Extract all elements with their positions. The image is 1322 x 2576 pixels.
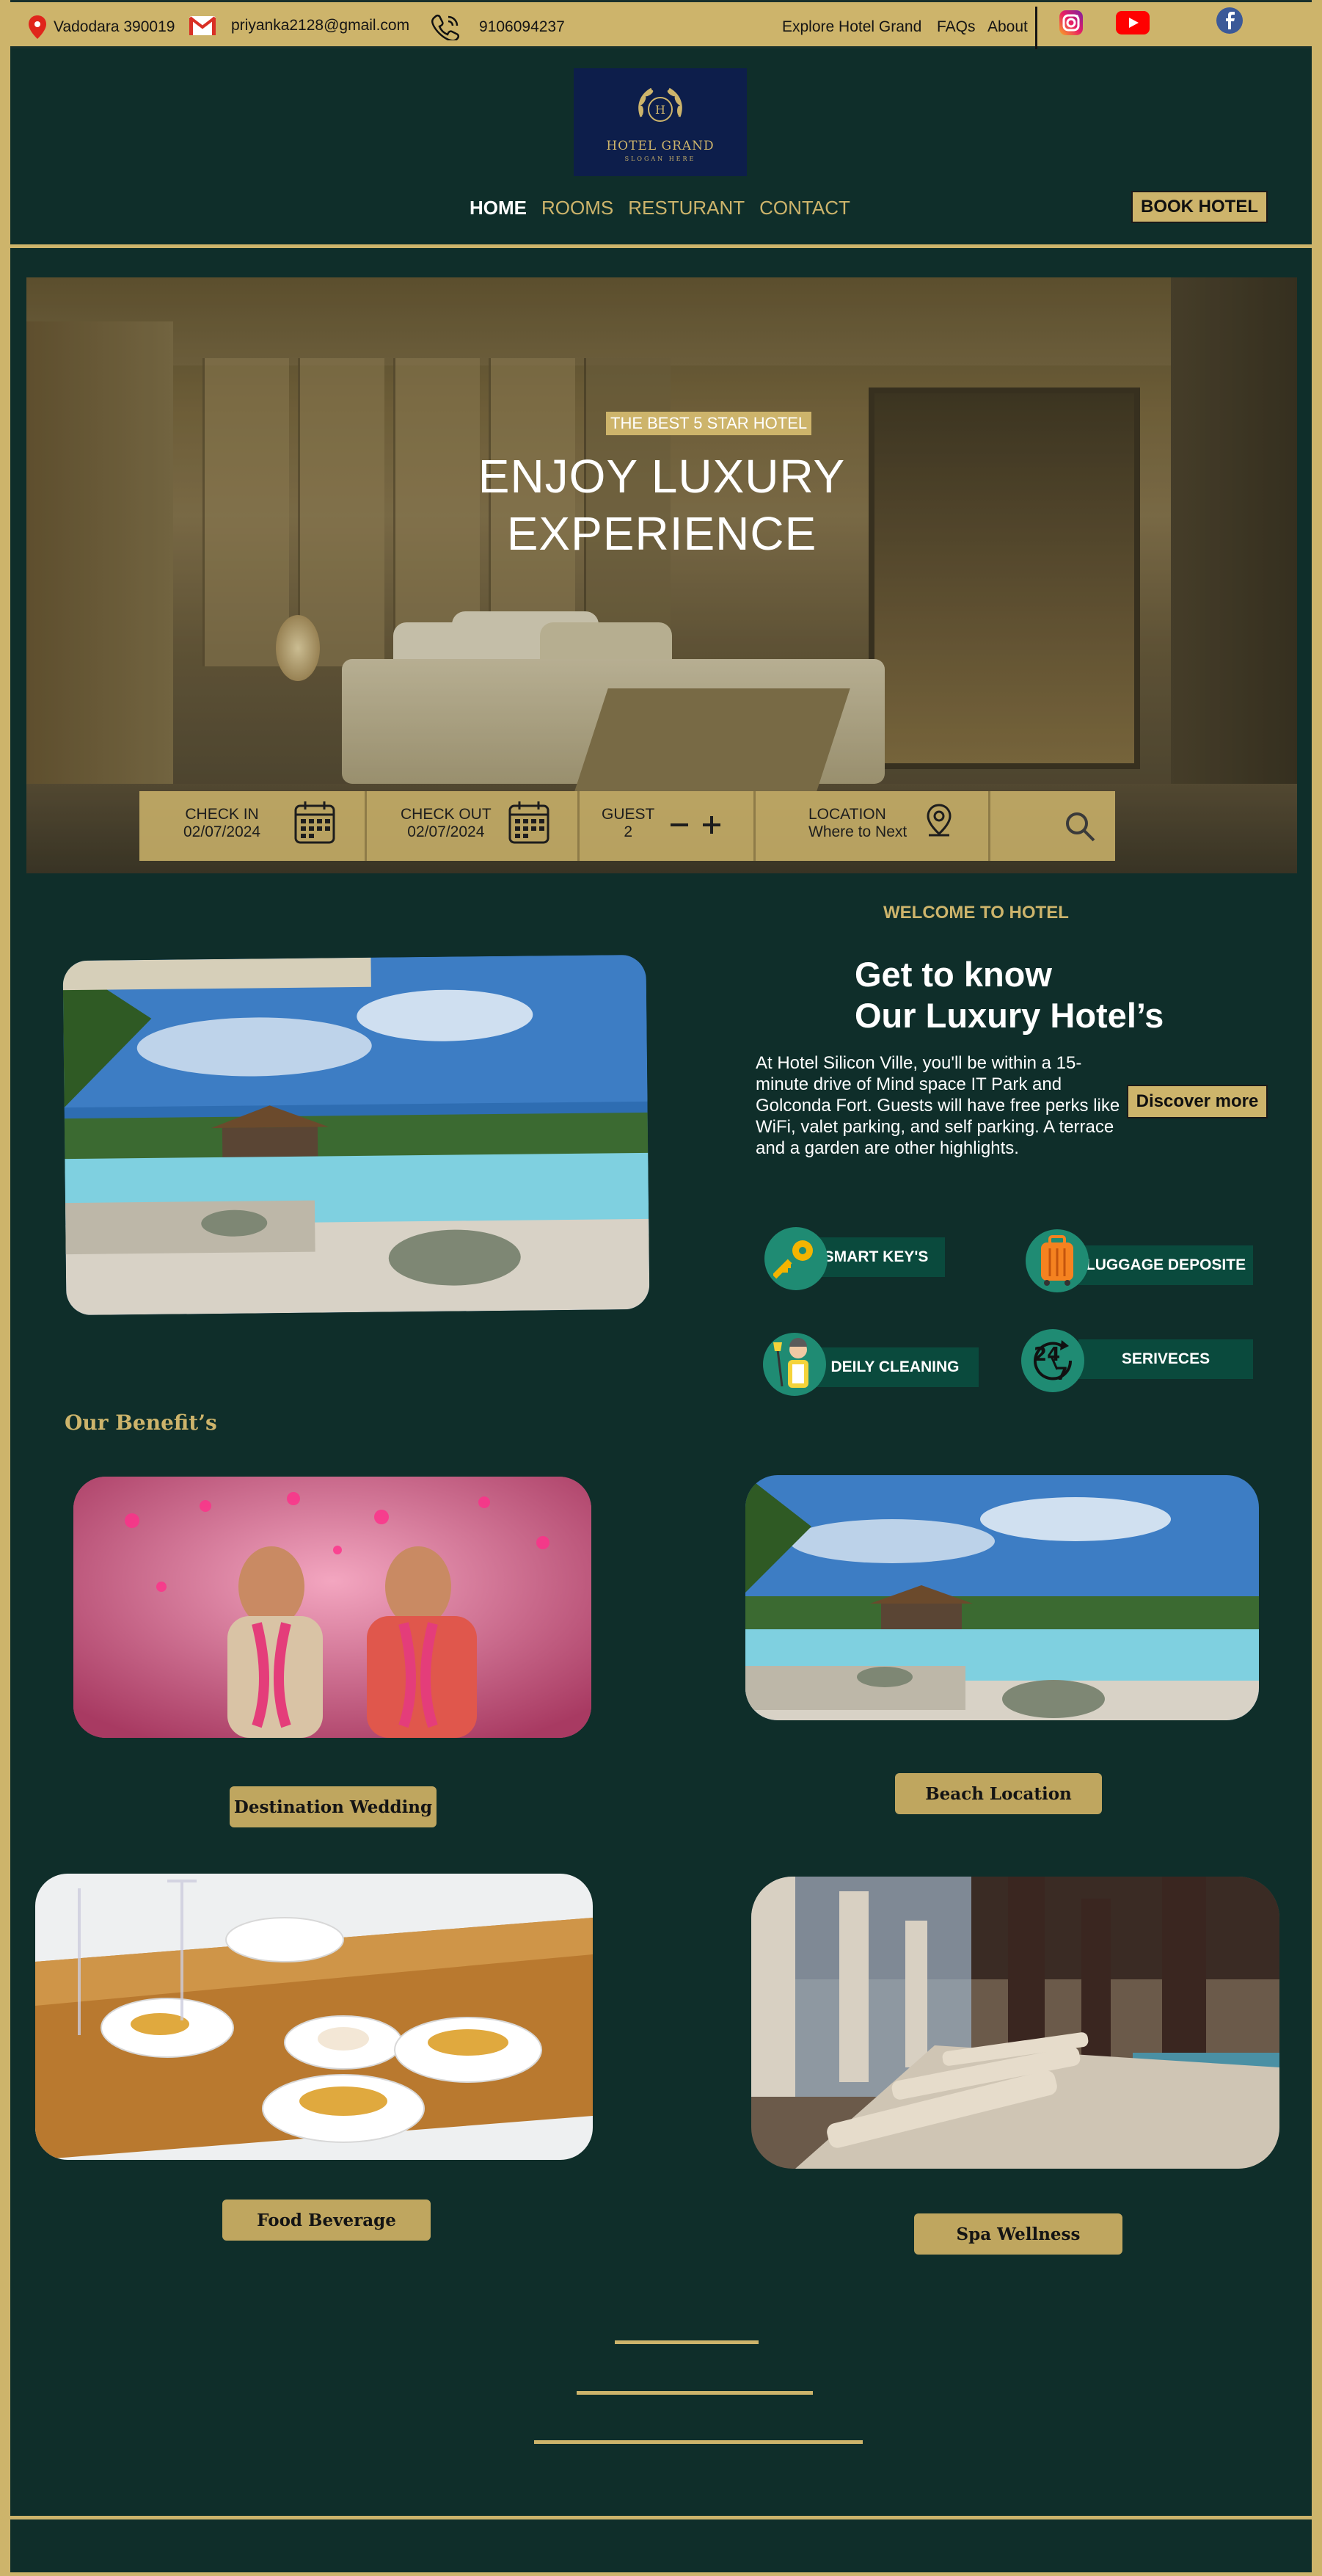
link-faqs[interactable]: FAQs [937,18,976,36]
hotel-logo[interactable]: H HOTEL GRAND SLOGAN HERE [574,68,747,176]
checkout-label: CHECK OUT [401,806,492,823]
checkin-label: CHECK IN [185,806,259,823]
guest-value: 2 [624,823,633,840]
laurel-crest-icon: H [638,87,682,122]
food-illustration [35,1874,593,2160]
luggage-icon-circle [1026,1229,1089,1292]
search-icon [1066,812,1095,842]
phone-info[interactable]: 9106094237 [431,14,565,40]
cleaner-icon-circle [763,1333,826,1396]
benefits-heading: Our Benefit’s [65,1411,217,1435]
minus-icon[interactable] [669,815,690,835]
guest-label: GUEST [602,806,655,823]
youtube-icon[interactable] [1116,11,1150,34]
top-bar: Vadodara 390019 priyanka2128@gmail.com 9… [0,0,1322,49]
decor-line-3 [534,2440,863,2444]
luggage-icon [1041,1235,1073,1286]
24-7-icon: 247 [1034,1340,1073,1384]
logo-name: HOTEL GRAND [606,138,715,153]
benefit-caption-spa: Spa Wellness [914,2213,1122,2255]
hero-title-line1: ENJOY LUXURY [478,450,846,503]
key-icon [773,1240,813,1279]
footer-divider [0,2516,1322,2519]
nav-contact[interactable]: CONTACT [759,197,850,219]
feature-smart-keys: SMART KEY'S [807,1237,945,1277]
checkin-field[interactable]: CHECK IN 02/07/2024 [139,791,367,861]
link-about[interactable]: About [987,18,1028,36]
header-divider [0,244,1322,248]
facebook-icon[interactable] [1216,7,1244,34]
logo-monogram: H [655,103,665,117]
location-label: LOCATION [808,806,886,823]
benefit-caption-wedding: Destination Wedding [230,1786,437,1827]
wedding-image [73,1477,591,1738]
key-icon-circle [764,1227,828,1290]
spa-image [751,1877,1279,2169]
topbar-divider [1035,7,1037,49]
map-pin-icon [927,804,952,837]
plus-icon[interactable] [701,815,722,835]
svg-text:24: 24 [1034,1344,1060,1366]
checkout-field[interactable]: CHECK OUT 02/07/2024 [367,791,580,861]
cleaner-icon [773,1338,808,1388]
hero-title: ENJOY LUXURY EXPERIENCE [26,448,1297,562]
checkout-value: 02/07/2024 [407,823,485,840]
location-text: Vadodara 390019 [54,18,175,35]
resort-pool-image [62,954,650,1316]
about-heading: Get to know Our Luxury Hotel’s [855,954,1164,1036]
about-paragraph: At Hotel Silicon Ville, you'll be within… [756,1053,1120,1158]
resort-pool-illustration [62,954,650,1316]
logo-slogan: SLOGAN HERE [624,155,696,162]
hero-tagline: THE BEST 5 STAR HOTEL [606,412,812,435]
location-info: Vadodara 390019 [29,15,175,39]
hero-title-line2: EXPERIENCE [506,507,817,560]
hero-section: THE BEST 5 STAR HOTEL ENJOY LUXURY EXPER… [26,277,1297,873]
discover-more-button[interactable]: Discover more [1127,1085,1268,1118]
checkin-value: 02/07/2024 [183,823,261,840]
wedding-illustration [73,1477,591,1738]
footer-bottom-border [0,2572,1322,2576]
link-explore[interactable]: Explore Hotel Grand [782,18,921,36]
email-text: priyanka2128@gmail.com [231,17,410,34]
location-pin-icon [29,15,46,39]
about-heading-line1: Get to know [855,955,1052,994]
decor-line-1 [615,2340,759,2344]
phone-icon [431,14,460,40]
nav-rooms[interactable]: ROOMS [541,197,613,219]
instagram-icon[interactable] [1059,9,1084,37]
main-nav: HOME ROOMS RESTURANT CONTACT [470,197,850,219]
food-image [35,1874,593,2160]
nav-restaurant[interactable]: RESTURANT [628,197,745,219]
svg-text:7: 7 [1056,1364,1068,1384]
beach-illustration [745,1475,1259,1720]
calendar-icon[interactable] [508,800,550,845]
decor-line-2 [577,2391,813,2395]
beach-image [745,1475,1259,1720]
feature-services: SERIVECES [1078,1339,1253,1379]
calendar-icon[interactable] [293,800,336,845]
book-hotel-button[interactable]: BOOK HOTEL [1131,191,1268,223]
booking-search-bar: CHECK IN 02/07/2024 CHECK OUT 02/07/2024 G… [139,791,1115,861]
benefit-caption-food: Food Beverage [222,2200,431,2241]
spa-illustration [751,1877,1279,2169]
benefit-caption-beach: Beach Location [895,1773,1102,1814]
about-heading-line2: Our Luxury Hotel’s [855,996,1164,1035]
phone-text: 9106094237 [479,18,565,35]
guest-field: GUEST 2 [580,791,756,861]
email-info[interactable]: priyanka2128@gmail.com [189,15,409,36]
24-7-icon-circle: 24 7 [1021,1329,1084,1392]
gmail-icon [189,16,216,35]
location-value: Where to Next [808,823,907,840]
nav-home[interactable]: HOME [470,197,527,219]
welcome-kicker: WELCOME TO HOTEL [883,903,1069,923]
search-button[interactable] [990,791,1115,861]
feature-luggage-deposit: LUGGAGE DEPOSITE [1078,1245,1253,1285]
location-field[interactable]: LOCATION Where to Next [756,791,990,861]
feature-daily-cleaning: DEILY CLEANING [811,1347,979,1387]
